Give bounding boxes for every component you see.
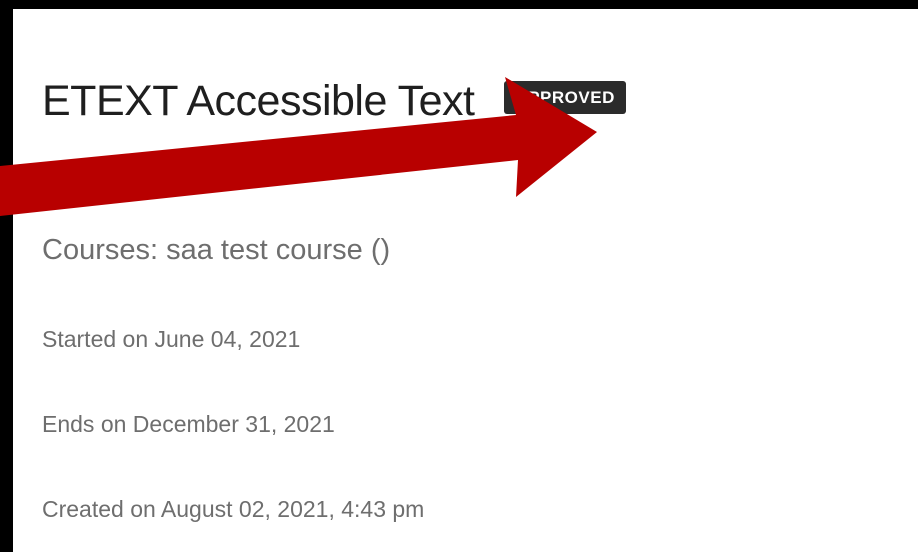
- end-date-text: Ends on December 31, 2021: [42, 411, 335, 437]
- created-date-text: Created on August 02, 2021, 4:43 pm: [42, 496, 425, 522]
- content-card: ETEXT Accessible Text APPROVED Courses: …: [13, 9, 918, 552]
- title-row: ETEXT Accessible Text APPROVED: [42, 69, 626, 133]
- start-date-text: Started on June 04, 2021: [42, 326, 301, 352]
- screenshot-frame: ETEXT Accessible Text APPROVED Courses: …: [0, 0, 918, 552]
- courses-text: Courses: saa test course (): [42, 234, 391, 266]
- status-badge: APPROVED: [504, 80, 626, 114]
- item-title[interactable]: ETEXT Accessible Text: [42, 77, 475, 126]
